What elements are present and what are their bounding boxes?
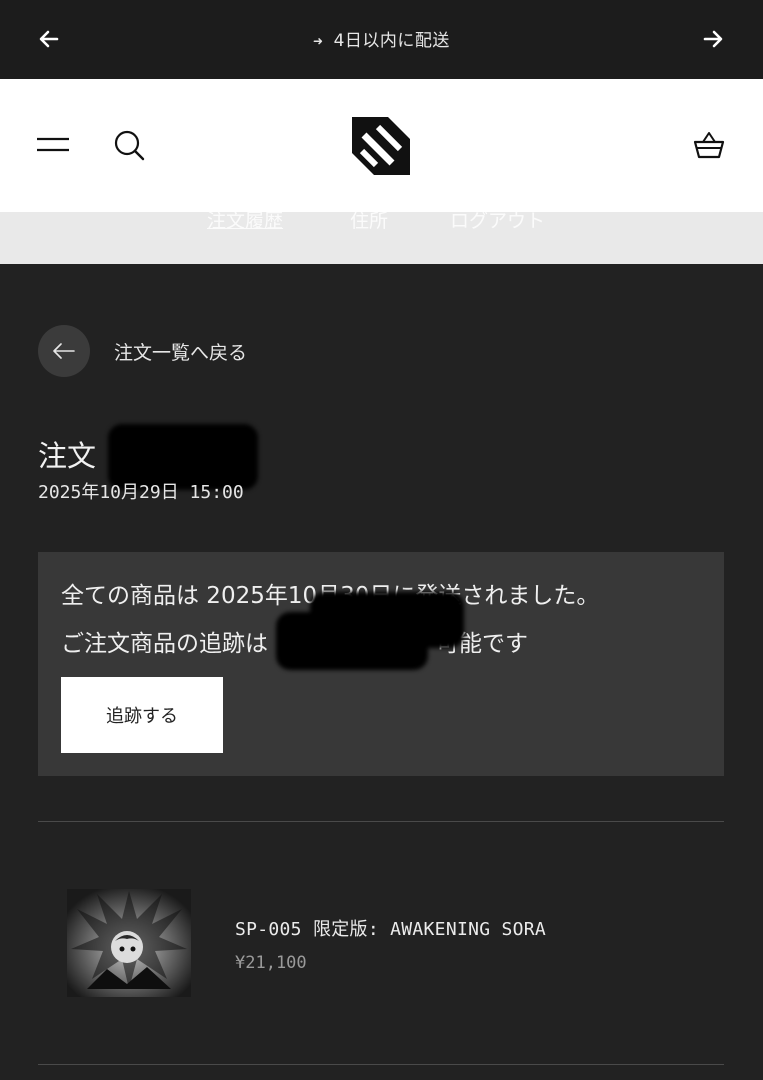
tracking-prefix: ご注文商品の追跡は [61,631,268,657]
divider [38,821,724,822]
basket-icon [693,132,725,159]
back-label: 注文一覧へ戻る [114,341,248,364]
product-name[interactable]: SP-005 限定版: AWAKENING SORA [235,915,546,941]
announcement-text: 4日以内に配送 [333,31,450,51]
arrow-right-icon [703,30,723,48]
subnav-item-order-history[interactable]: 注文履歴 [207,212,283,233]
announcement-bar: ➜ 4日以内に配送 [0,0,763,79]
redacted-overlay [310,592,464,648]
menu-button[interactable] [36,131,70,159]
order-date: 2025年10月29日 15:00 [38,482,244,503]
account-subnav: 注文履歴 住所 ログアウト [0,212,763,264]
divider [38,1064,724,1065]
arrow-left-icon [53,343,75,359]
small-arrow-icon: ➜ [313,34,324,48]
search-icon [114,130,145,161]
search-button[interactable] [111,127,147,163]
order-title-prefix: 注文 [38,439,97,473]
subnav-item-address[interactable]: 住所 [350,212,388,233]
cart-button[interactable] [690,127,728,163]
announcement-message: ➜ 4日以内に配送 [0,26,763,51]
announcement-next-button[interactable] [696,22,730,56]
hamburger-menu-icon [37,137,69,152]
subnav-item-logout[interactable]: ログアウト [450,212,545,233]
product-thumbnail[interactable] [67,889,191,997]
order-line-item: SP-005 限定版: AWAKENING SORA ¥21,100 [67,889,546,997]
back-to-orders-link[interactable]: 注文一覧へ戻る [38,325,247,377]
brand-logo[interactable] [350,115,412,177]
product-price: ¥21,100 [235,953,307,973]
logo-mark [352,117,410,175]
shipping-notice: 全ての商品は 2025年10月30日に発送されました。 ご注文商品の追跡は 可能… [38,552,724,776]
product-info: SP-005 限定版: AWAKENING SORA ¥21,100 [235,915,546,997]
back-button[interactable] [38,325,90,377]
site-header [0,79,763,212]
track-button[interactable]: 追跡する [61,677,223,753]
